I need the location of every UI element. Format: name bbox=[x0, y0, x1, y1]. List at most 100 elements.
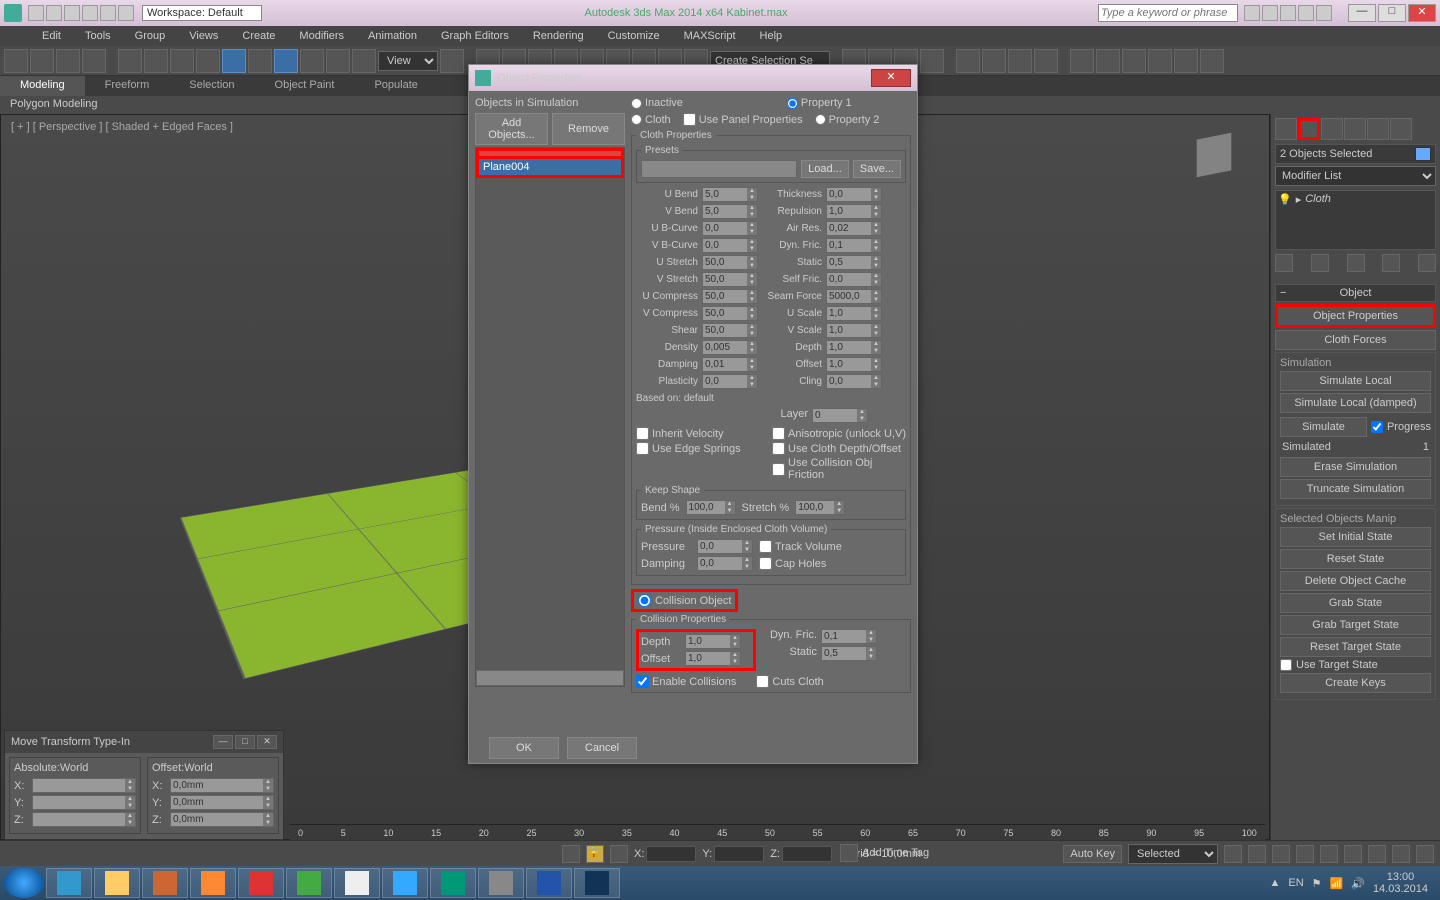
workspace-dropdown[interactable]: Workspace: Default bbox=[142, 5, 262, 21]
nav-icon[interactable] bbox=[1416, 845, 1434, 863]
bend-pct-input[interactable] bbox=[687, 501, 725, 514]
use-panel-checkbox[interactable] bbox=[683, 113, 696, 126]
u-bend-input[interactable] bbox=[703, 188, 747, 201]
stack-icon[interactable] bbox=[1382, 254, 1400, 272]
tray-flag-icon[interactable]: ⚑ bbox=[1312, 877, 1322, 890]
rollout-object-header[interactable]: −Object bbox=[1275, 284, 1436, 302]
v-scale-input[interactable] bbox=[827, 324, 871, 337]
ok-button[interactable]: OK bbox=[489, 737, 559, 759]
cloth-radio[interactable] bbox=[631, 114, 642, 125]
status-icon[interactable] bbox=[610, 845, 628, 863]
remove-button[interactable]: Remove bbox=[552, 113, 625, 145]
erase-simulation-button[interactable]: Erase Simulation bbox=[1280, 457, 1431, 477]
taskbar-word-icon[interactable] bbox=[526, 868, 572, 898]
tray-network-icon[interactable]: 📶 bbox=[1330, 877, 1344, 890]
u-bcurve-input[interactable] bbox=[703, 222, 747, 235]
v-compress-input[interactable] bbox=[703, 307, 747, 320]
help-search-input[interactable] bbox=[1098, 4, 1238, 22]
enable-collisions-checkbox[interactable] bbox=[636, 675, 649, 688]
thickness-input[interactable] bbox=[827, 188, 871, 201]
view-cube[interactable] bbox=[1179, 125, 1249, 195]
stack-icon[interactable] bbox=[1347, 254, 1365, 272]
tool-icon[interactable] bbox=[144, 49, 168, 73]
create-tab-icon[interactable] bbox=[1275, 118, 1297, 140]
create-keys-button[interactable]: Create Keys bbox=[1280, 673, 1431, 693]
tool-icon[interactable] bbox=[440, 49, 464, 73]
tool-icon[interactable] bbox=[352, 49, 376, 73]
x-coord-input[interactable] bbox=[646, 846, 696, 862]
nav-icon[interactable] bbox=[1392, 845, 1410, 863]
menu-tools[interactable]: Tools bbox=[73, 28, 123, 44]
plasticity-input[interactable] bbox=[703, 375, 747, 388]
tool-icon[interactable] bbox=[1122, 49, 1146, 73]
menu-animation[interactable]: Animation bbox=[356, 28, 429, 44]
tray-volume-icon[interactable]: 🔊 bbox=[1351, 877, 1365, 890]
y-coord-input[interactable] bbox=[714, 846, 764, 862]
reset-target-state-button[interactable]: Reset Target State bbox=[1280, 637, 1431, 657]
inactive-radio[interactable] bbox=[631, 98, 642, 109]
simulate-button[interactable]: Simulate bbox=[1280, 417, 1367, 437]
damping-input[interactable] bbox=[703, 358, 747, 371]
ribbon-tab-modeling[interactable]: Modeling bbox=[0, 76, 85, 96]
stack-icon[interactable] bbox=[1275, 254, 1293, 272]
tool-icon[interactable] bbox=[1034, 49, 1058, 73]
edge-springs-checkbox[interactable] bbox=[636, 442, 649, 455]
menu-graph-editors[interactable]: Graph Editors bbox=[429, 28, 521, 44]
abs-z-input[interactable] bbox=[33, 813, 125, 826]
taskbar-firefox-icon[interactable] bbox=[190, 868, 236, 898]
v-bcurve-input[interactable] bbox=[703, 239, 747, 252]
tool-icon[interactable] bbox=[118, 49, 142, 73]
simulate-local-damped-button[interactable]: Simulate Local (damped) bbox=[1280, 393, 1431, 413]
bulb-icon[interactable]: 💡 bbox=[1278, 193, 1292, 206]
modifier-stack[interactable]: 💡▸Cloth bbox=[1275, 190, 1436, 250]
move-dlg-titlebar[interactable]: Move Transform Type-In —□✕ bbox=[5, 731, 283, 753]
u-scale-input[interactable] bbox=[827, 307, 871, 320]
static-input[interactable] bbox=[827, 256, 871, 269]
load-button[interactable]: Load... bbox=[801, 160, 849, 178]
help-icon[interactable] bbox=[1280, 5, 1296, 21]
taskbar-app-icon[interactable] bbox=[334, 868, 380, 898]
ribbon-tab-object-paint[interactable]: Object Paint bbox=[255, 76, 355, 96]
stack-item-cloth[interactable]: Cloth bbox=[1305, 193, 1331, 206]
help-icon[interactable] bbox=[1316, 5, 1332, 21]
tag-icon[interactable] bbox=[840, 844, 858, 862]
cap-holes-checkbox[interactable] bbox=[759, 557, 772, 570]
tool-icon[interactable] bbox=[1070, 49, 1094, 73]
maximize-button[interactable]: □ bbox=[1378, 4, 1406, 22]
display-tab-icon[interactable] bbox=[1367, 118, 1389, 140]
off-z-input[interactable] bbox=[171, 813, 263, 826]
v-bend-input[interactable] bbox=[703, 205, 747, 218]
tool-icon[interactable] bbox=[248, 49, 272, 73]
move-dlg-close[interactable]: ✕ bbox=[257, 735, 277, 749]
z-coord-input[interactable] bbox=[782, 846, 832, 862]
c-dynfric-input[interactable] bbox=[822, 630, 866, 643]
qa-icon[interactable] bbox=[100, 5, 116, 21]
layer-input[interactable] bbox=[813, 409, 857, 422]
c-static-input[interactable] bbox=[822, 647, 866, 660]
tool-icon[interactable] bbox=[326, 49, 350, 73]
minimize-button[interactable]: — bbox=[1348, 4, 1376, 22]
tray-clock[interactable]: 13:0014.03.2014 bbox=[1373, 871, 1428, 895]
progress-checkbox[interactable] bbox=[1371, 421, 1383, 433]
stretch-pct-input[interactable] bbox=[796, 501, 834, 514]
tool-icon[interactable] bbox=[1008, 49, 1032, 73]
move-tool-icon[interactable] bbox=[274, 49, 298, 73]
play-icon[interactable] bbox=[1272, 845, 1290, 863]
dyn-fric-input[interactable] bbox=[827, 239, 871, 252]
modify-tab-icon[interactable] bbox=[1298, 118, 1320, 140]
cloth-depth-checkbox[interactable] bbox=[772, 442, 785, 455]
seam-force-input[interactable] bbox=[827, 290, 871, 303]
taskbar-photoshop-icon[interactable] bbox=[574, 868, 620, 898]
qa-icon[interactable] bbox=[64, 5, 80, 21]
hierarchy-tab-icon[interactable] bbox=[1321, 118, 1343, 140]
off-y-input[interactable] bbox=[171, 796, 263, 809]
tool-icon[interactable] bbox=[300, 49, 324, 73]
tool-icon[interactable] bbox=[920, 49, 944, 73]
delete-cache-button[interactable]: Delete Object Cache bbox=[1280, 571, 1431, 591]
close-button[interactable]: ✕ bbox=[1408, 4, 1436, 22]
stack-icon[interactable] bbox=[1418, 254, 1436, 272]
utilities-tab-icon[interactable] bbox=[1390, 118, 1412, 140]
cling-input[interactable] bbox=[827, 375, 871, 388]
lock-icon[interactable]: 🔒 bbox=[586, 845, 604, 863]
modifier-list-dropdown[interactable]: Modifier List bbox=[1275, 166, 1436, 186]
